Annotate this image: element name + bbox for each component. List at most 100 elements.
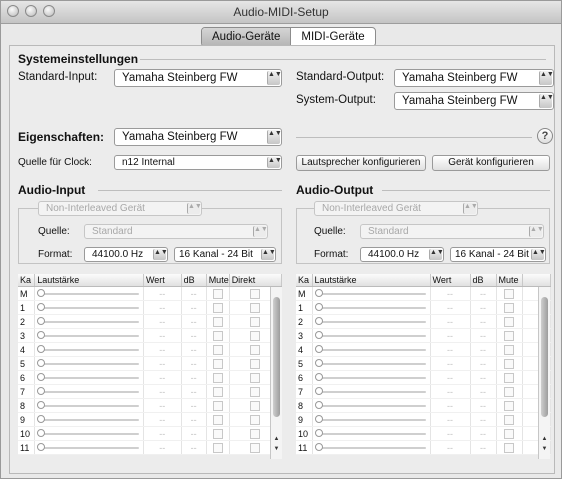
mute-checkbox[interactable]	[206, 314, 230, 329]
slider-knob[interactable]	[37, 415, 46, 423]
value-field[interactable]: --	[430, 300, 471, 315]
input-channels-popup[interactable]: 16 Kanal - 24 Bit ▲▼	[174, 247, 276, 262]
value-field[interactable]: --	[143, 314, 182, 329]
scrollbar-thumb[interactable]	[541, 297, 548, 417]
volume-slider[interactable]	[34, 328, 144, 343]
mute-checkbox[interactable]	[206, 286, 230, 301]
volume-slider[interactable]	[34, 440, 144, 455]
volume-slider[interactable]	[34, 314, 144, 329]
output-interleave-popup[interactable]: Non-Interleaved Gerät ▲▼	[314, 201, 478, 216]
tab-midi-devices[interactable]: MIDI-Geräte	[291, 28, 374, 46]
slider-knob[interactable]	[37, 345, 46, 353]
volume-slider[interactable]	[34, 370, 144, 385]
configure-speakers-button[interactable]: Lautsprecher konfigurieren	[296, 155, 426, 171]
db-field[interactable]: --	[470, 342, 497, 357]
slider-knob[interactable]	[37, 429, 46, 437]
mute-checkbox[interactable]	[496, 370, 523, 385]
db-field[interactable]: --	[470, 440, 497, 455]
value-field[interactable]: --	[430, 314, 471, 329]
output-channels-popup[interactable]: 16 Kanal - 24 Bit ▲▼	[450, 247, 546, 262]
volume-slider[interactable]	[312, 314, 431, 329]
value-field[interactable]: --	[430, 342, 471, 357]
scrollbar-thumb[interactable]	[273, 297, 280, 417]
db-field[interactable]: --	[181, 398, 207, 413]
value-field[interactable]: --	[143, 300, 182, 315]
mute-checkbox[interactable]	[496, 384, 523, 399]
volume-slider[interactable]	[312, 356, 431, 371]
db-field[interactable]: --	[181, 314, 207, 329]
system-output-popup[interactable]: Yamaha Steinberg FW ▲▼	[394, 92, 554, 110]
volume-slider[interactable]	[34, 356, 144, 371]
slider-knob[interactable]	[314, 373, 323, 381]
db-field[interactable]: --	[470, 314, 497, 329]
slider-knob[interactable]	[37, 359, 46, 367]
volume-slider[interactable]	[34, 426, 144, 441]
db-field[interactable]: --	[470, 384, 497, 399]
volume-slider[interactable]	[34, 342, 144, 357]
db-field[interactable]: --	[470, 412, 497, 427]
mute-checkbox[interactable]	[206, 356, 230, 371]
mute-checkbox[interactable]	[496, 286, 523, 301]
volume-slider[interactable]	[312, 328, 431, 343]
input-source-popup[interactable]: Standard ▲▼	[84, 224, 268, 239]
db-field[interactable]: --	[181, 342, 207, 357]
mute-checkbox[interactable]	[496, 398, 523, 413]
volume-slider[interactable]	[312, 286, 431, 301]
mute-checkbox[interactable]	[496, 426, 523, 441]
volume-slider[interactable]	[34, 286, 144, 301]
db-field[interactable]: --	[181, 384, 207, 399]
value-field[interactable]: --	[430, 398, 471, 413]
value-field[interactable]: --	[430, 440, 471, 455]
slider-knob[interactable]	[314, 359, 323, 367]
db-field[interactable]: --	[181, 412, 207, 427]
db-field[interactable]: --	[181, 370, 207, 385]
value-field[interactable]: --	[430, 328, 471, 343]
mute-checkbox[interactable]	[496, 328, 523, 343]
properties-device-popup[interactable]: Yamaha Steinberg FW ▲▼	[114, 128, 282, 146]
value-field[interactable]: --	[430, 370, 471, 385]
db-field[interactable]: --	[470, 426, 497, 441]
volume-slider[interactable]	[34, 412, 144, 427]
db-field[interactable]: --	[470, 356, 497, 371]
slider-knob[interactable]	[314, 331, 323, 339]
value-field[interactable]: --	[430, 426, 471, 441]
db-field[interactable]: --	[181, 286, 207, 301]
db-field[interactable]: --	[181, 328, 207, 343]
slider-knob[interactable]	[314, 317, 323, 325]
volume-slider[interactable]	[34, 398, 144, 413]
volume-slider[interactable]	[34, 384, 144, 399]
value-field[interactable]: --	[430, 412, 471, 427]
value-field[interactable]: --	[143, 370, 182, 385]
tab-audio-devices[interactable]: Audio-Geräte	[202, 28, 292, 46]
scroll-up-arrow-icon[interactable]: ▲	[539, 435, 550, 443]
db-field[interactable]: --	[181, 356, 207, 371]
volume-slider[interactable]	[312, 440, 431, 455]
db-field[interactable]: --	[181, 426, 207, 441]
mute-checkbox[interactable]	[206, 426, 230, 441]
slider-knob[interactable]	[314, 401, 323, 409]
mute-checkbox[interactable]	[496, 300, 523, 315]
slider-knob[interactable]	[314, 387, 323, 395]
db-field[interactable]: --	[470, 286, 497, 301]
volume-slider[interactable]	[312, 342, 431, 357]
input-sample-rate-popup[interactable]: 44100.0 Hz ▲▼	[84, 247, 168, 262]
db-field[interactable]: --	[181, 440, 207, 455]
slider-knob[interactable]	[314, 443, 323, 451]
slider-knob[interactable]	[314, 415, 323, 423]
mute-checkbox[interactable]	[496, 342, 523, 357]
mute-checkbox[interactable]	[206, 342, 230, 357]
scroll-up-arrow-icon[interactable]: ▲	[271, 435, 282, 443]
mute-checkbox[interactable]	[206, 370, 230, 385]
slider-knob[interactable]	[37, 387, 46, 395]
mute-checkbox[interactable]	[206, 412, 230, 427]
value-field[interactable]: --	[430, 356, 471, 371]
scroll-down-arrow-icon[interactable]: ▼	[271, 445, 282, 453]
db-field[interactable]: --	[470, 300, 497, 315]
value-field[interactable]: --	[143, 356, 182, 371]
slider-knob[interactable]	[314, 289, 323, 297]
mute-checkbox[interactable]	[206, 440, 230, 455]
db-field[interactable]: --	[470, 328, 497, 343]
scroll-down-arrow-icon[interactable]: ▼	[539, 445, 550, 453]
mute-checkbox[interactable]	[496, 356, 523, 371]
value-field[interactable]: --	[143, 440, 182, 455]
